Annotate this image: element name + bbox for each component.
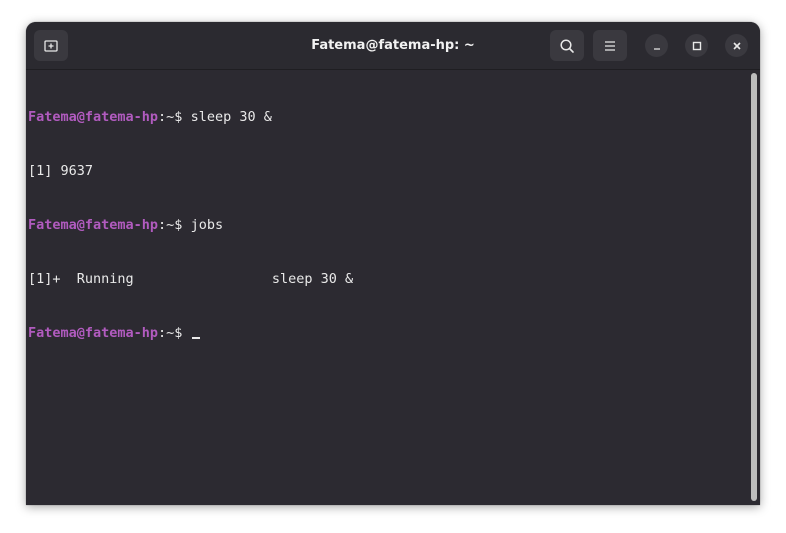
search-button[interactable]: [550, 30, 584, 61]
close-icon: [732, 41, 741, 50]
terminal-line: Fatema@fatema-hp:~$ jobs: [28, 216, 750, 234]
title-bar[interactable]: Fatema@fatema-hp: ~: [26, 22, 760, 70]
prompt-user: Fatema@fatema-hp: [28, 217, 159, 233]
prompt-user: Fatema@fatema-hp: [28, 325, 159, 341]
terminal-output[interactable]: Fatema@fatema-hp:~$ sleep 30 & [1] 9637 …: [26, 70, 750, 505]
command-text: jobs: [190, 217, 224, 233]
maximize-icon: [692, 41, 701, 50]
text-cursor: [191, 337, 200, 339]
terminal-line: [1]+ Running sleep 30 &: [28, 270, 750, 288]
terminal-line: Fatema@fatema-hp:~$: [28, 324, 750, 342]
new-tab-button[interactable]: [34, 30, 68, 61]
new-tab-icon: [44, 39, 58, 52]
terminal-line: [1] 9637: [28, 162, 750, 180]
close-button[interactable]: [725, 34, 748, 57]
output-text: [1] 9637: [28, 163, 94, 179]
prompt-path: :~$: [158, 325, 191, 341]
terminal-window: Fatema@fatema-hp: ~ Fatema@fatema-hp:~$ …: [26, 22, 760, 505]
minimize-icon: [653, 47, 660, 50]
hamburger-menu-icon: [605, 40, 615, 51]
output-text: [1]+ Running sleep 30 &: [28, 271, 354, 287]
prompt-path: :~$: [158, 109, 191, 125]
vertical-scrollbar[interactable]: [751, 73, 757, 501]
terminal-line: Fatema@fatema-hp:~$ sleep 30 &: [28, 108, 750, 126]
prompt-user: Fatema@fatema-hp: [28, 109, 159, 125]
command-text: sleep 30 &: [190, 109, 272, 125]
menu-button[interactable]: [593, 30, 627, 61]
maximize-button[interactable]: [685, 34, 708, 57]
prompt-path: :~$: [158, 217, 191, 233]
search-icon: [560, 38, 574, 53]
minimize-button[interactable]: [645, 34, 668, 57]
